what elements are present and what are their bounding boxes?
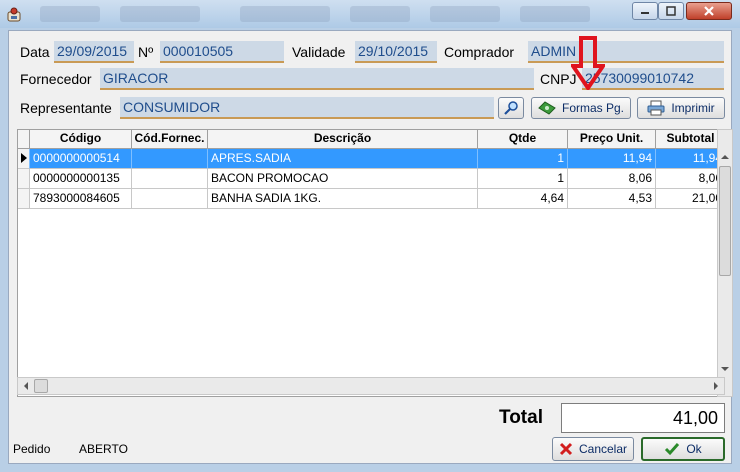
cell-qtde: 1 <box>478 169 568 189</box>
formas-pg-button[interactable]: Formas Pg. <box>531 97 631 119</box>
window: Data 29/09/2015 Nº 000010505 Validade 29… <box>0 0 740 472</box>
vertical-scroll-thumb[interactable] <box>719 166 731 276</box>
search-icon <box>504 101 518 115</box>
cell-subtotal: 21,00 <box>656 189 724 209</box>
col-qtde[interactable]: Qtde <box>478 130 568 148</box>
cell-preco: 11,94 <box>568 149 656 169</box>
cell-cod-fornec <box>132 149 208 169</box>
validade-field[interactable]: 29/10/2015 <box>355 41 437 63</box>
scroll-left-icon <box>24 382 28 390</box>
imprimir-label: Imprimir <box>671 101 715 115</box>
ok-label: Ok <box>686 442 702 456</box>
blurred-background <box>40 6 100 22</box>
row-indicator <box>18 149 30 169</box>
horizontal-scroll-thumb[interactable] <box>34 379 48 393</box>
cell-descricao: BACON PROMOCAO <box>208 169 478 189</box>
representante-label: Representante <box>20 100 112 116</box>
cell-descricao: APRES.SADIA <box>208 149 478 169</box>
maximize-button[interactable] <box>658 2 684 20</box>
fornecedor-label: Fornecedor <box>20 71 92 87</box>
row-indicator <box>18 169 30 189</box>
table-row[interactable]: 0000000000135 BACON PROMOCAO 1 8,06 8,06 <box>18 169 724 189</box>
col-codigo[interactable]: Código <box>30 130 132 148</box>
form-body: Data 29/09/2015 Nº 000010505 Validade 29… <box>8 30 733 464</box>
validade-label: Validade <box>292 44 346 60</box>
vertical-scrollbar[interactable] <box>717 129 733 397</box>
col-preco-unit[interactable]: Preço Unit. <box>568 130 656 148</box>
title-bar <box>0 0 740 28</box>
close-button[interactable] <box>686 2 732 20</box>
blurred-background <box>120 6 200 22</box>
col-subtotal[interactable]: Subtotal <box>656 130 724 148</box>
comprador-label: Comprador <box>444 44 515 60</box>
money-icon <box>538 101 556 115</box>
cell-preco: 4,53 <box>568 189 656 209</box>
horizontal-scrollbar[interactable] <box>17 377 725 395</box>
blurred-background <box>240 6 330 22</box>
items-grid[interactable]: Código Cód.Fornec. Descrição Qtde Preço … <box>17 129 725 397</box>
maximize-icon <box>666 6 676 16</box>
imprimir-button[interactable]: Imprimir <box>637 97 725 119</box>
table-row[interactable]: 7893000084605 BANHA SADIA 1KG. 4,64 4,53… <box>18 189 724 209</box>
col-cod-fornec[interactable]: Cód.Fornec. <box>132 130 208 148</box>
ok-button[interactable]: Ok <box>641 437 725 461</box>
cell-codigo: 7893000084605 <box>30 189 132 209</box>
col-descricao[interactable]: Descrição <box>208 130 478 148</box>
row-indicator-header <box>18 130 30 148</box>
total-value: 41,00 <box>561 403 725 433</box>
cell-qtde: 4,64 <box>478 189 568 209</box>
cancel-x-icon <box>559 442 573 456</box>
total-label: Total <box>499 407 543 428</box>
cell-preco: 8,06 <box>568 169 656 189</box>
annotation-arrow <box>571 36 605 90</box>
close-icon <box>704 6 714 16</box>
numero-field[interactable]: 000010505 <box>160 41 284 63</box>
cell-codigo: 0000000000135 <box>30 169 132 189</box>
minimize-icon <box>641 12 649 14</box>
cell-cod-fornec <box>132 189 208 209</box>
scroll-down-icon <box>721 367 729 371</box>
cell-cod-fornec <box>132 169 208 189</box>
representante-field[interactable]: CONSUMIDOR <box>120 97 494 119</box>
minimize-button[interactable] <box>632 2 658 20</box>
current-row-icon <box>21 153 27 163</box>
blurred-background <box>430 6 500 22</box>
numero-label: Nº <box>138 44 154 60</box>
comprador-field[interactable]: ADMIN <box>528 41 724 63</box>
app-icon <box>7 7 21 22</box>
table-row[interactable]: 0000000000514 APRES.SADIA 1 11,94 11,94 <box>18 149 724 169</box>
cell-subtotal: 8,06 <box>656 169 724 189</box>
cancelar-label: Cancelar <box>578 442 628 456</box>
search-representante-button[interactable] <box>498 97 524 119</box>
cell-qtde: 1 <box>478 149 568 169</box>
blurred-background <box>350 6 410 22</box>
cell-codigo: 0000000000514 <box>30 149 132 169</box>
scroll-right-icon <box>714 382 718 390</box>
row-indicator <box>18 189 30 209</box>
cancelar-button[interactable]: Cancelar <box>552 437 634 461</box>
pedido-label: Pedido <box>13 442 51 456</box>
pedido-status: ABERTO <box>79 442 128 456</box>
scroll-up-icon <box>721 155 729 159</box>
formas-pg-label: Formas Pg. <box>561 101 624 115</box>
fornecedor-field[interactable]: GIRACOR <box>100 68 534 90</box>
printer-icon <box>647 100 665 116</box>
cell-descricao: BANHA SADIA 1KG. <box>208 189 478 209</box>
check-icon <box>665 443 680 456</box>
blurred-background <box>520 6 590 22</box>
data-field[interactable]: 29/09/2015 <box>54 41 134 63</box>
data-label: Data <box>20 44 50 60</box>
cell-subtotal: 11,94 <box>656 149 724 169</box>
grid-header: Código Cód.Fornec. Descrição Qtde Preço … <box>18 130 724 149</box>
